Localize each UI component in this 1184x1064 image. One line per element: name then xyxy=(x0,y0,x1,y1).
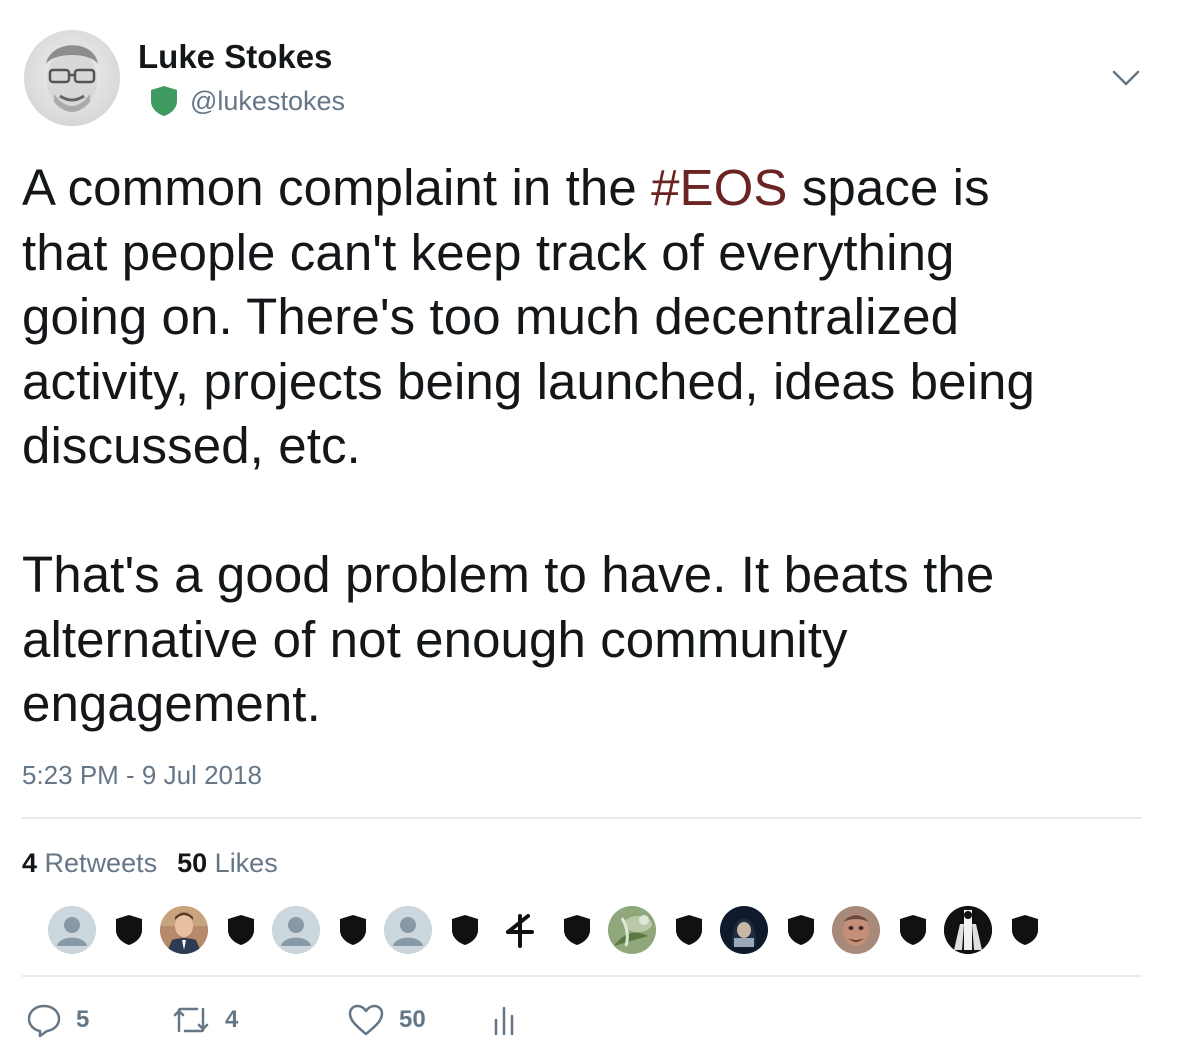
retweet-button[interactable]: 4 xyxy=(171,1005,347,1035)
shield-icon xyxy=(228,915,254,945)
divider xyxy=(22,817,1142,819)
default-avatar-icon xyxy=(384,906,432,954)
shield-icon xyxy=(564,915,590,945)
tweet-timestamp[interactable]: 5:23 PM - 9 Jul 2018 xyxy=(22,760,262,791)
likes-count: 50 xyxy=(177,848,208,878)
tweet-text: A common complaint in the #EOS space is … xyxy=(22,156,1162,737)
shield-icon xyxy=(788,915,814,945)
hashtag-link[interactable]: #EOS xyxy=(651,159,787,216)
likes-label: Likes xyxy=(214,848,278,878)
person-photo-icon xyxy=(160,906,208,954)
plant-photo-icon xyxy=(608,906,656,954)
liker-avatar[interactable] xyxy=(160,906,208,954)
tweet-text-part: space is that people can't keep track of… xyxy=(22,159,1035,732)
likers-avatar-row xyxy=(48,906,1056,954)
author-photo-icon xyxy=(46,45,98,112)
shield-icon xyxy=(340,915,366,945)
shield-icon xyxy=(900,915,926,945)
retweet-count: 4 xyxy=(225,1006,239,1033)
retweet-icon xyxy=(173,1007,209,1033)
liker-avatar[interactable] xyxy=(384,906,432,954)
like-count: 50 xyxy=(399,1006,426,1033)
liker-avatar[interactable] xyxy=(608,906,656,954)
tweet-stats: 4 Retweets 50 Likes xyxy=(22,848,278,879)
likes-stat[interactable]: 50 Likes xyxy=(177,848,278,879)
shield-icon xyxy=(116,915,142,945)
reply-button[interactable]: 5 xyxy=(26,1002,171,1038)
tweet-actions: 5 4 50 xyxy=(26,1002,518,1038)
liker-avatar[interactable] xyxy=(272,906,320,954)
retweets-stat[interactable]: 4 Retweets xyxy=(22,848,157,879)
shield-icon xyxy=(452,915,478,945)
heart-icon xyxy=(348,1004,384,1036)
liker-avatar[interactable] xyxy=(944,906,992,954)
liker-avatar[interactable] xyxy=(832,906,880,954)
liker-avatar[interactable] xyxy=(48,906,96,954)
chevron-down-icon[interactable] xyxy=(1110,64,1142,92)
retweets-count: 4 xyxy=(22,848,38,878)
author-name[interactable]: Luke Stokes xyxy=(138,38,332,76)
shield-icon xyxy=(1012,915,1038,945)
author-avatar[interactable] xyxy=(24,30,120,126)
author-handle[interactable]: @lukestokes xyxy=(190,86,345,117)
like-button[interactable]: 50 xyxy=(347,1003,492,1037)
angle-glyph-icon xyxy=(496,906,544,954)
reply-icon xyxy=(27,1004,61,1038)
bw-figure-photo-icon xyxy=(944,906,992,954)
analytics-icon xyxy=(494,1006,514,1036)
divider xyxy=(22,975,1142,977)
analytics-button[interactable] xyxy=(492,1004,518,1036)
shield-icon xyxy=(676,915,702,945)
default-avatar-icon xyxy=(272,906,320,954)
reply-count: 5 xyxy=(76,1006,90,1033)
tweet-text-part: A common complaint in the xyxy=(22,159,652,216)
face-photo-icon xyxy=(832,906,880,954)
liker-avatar[interactable] xyxy=(720,906,768,954)
verified-shield-icon xyxy=(151,86,177,116)
liker-avatar[interactable] xyxy=(496,906,544,954)
default-avatar-icon xyxy=(48,906,96,954)
hacker-photo-icon xyxy=(720,906,768,954)
retweets-label: Retweets xyxy=(44,848,158,878)
